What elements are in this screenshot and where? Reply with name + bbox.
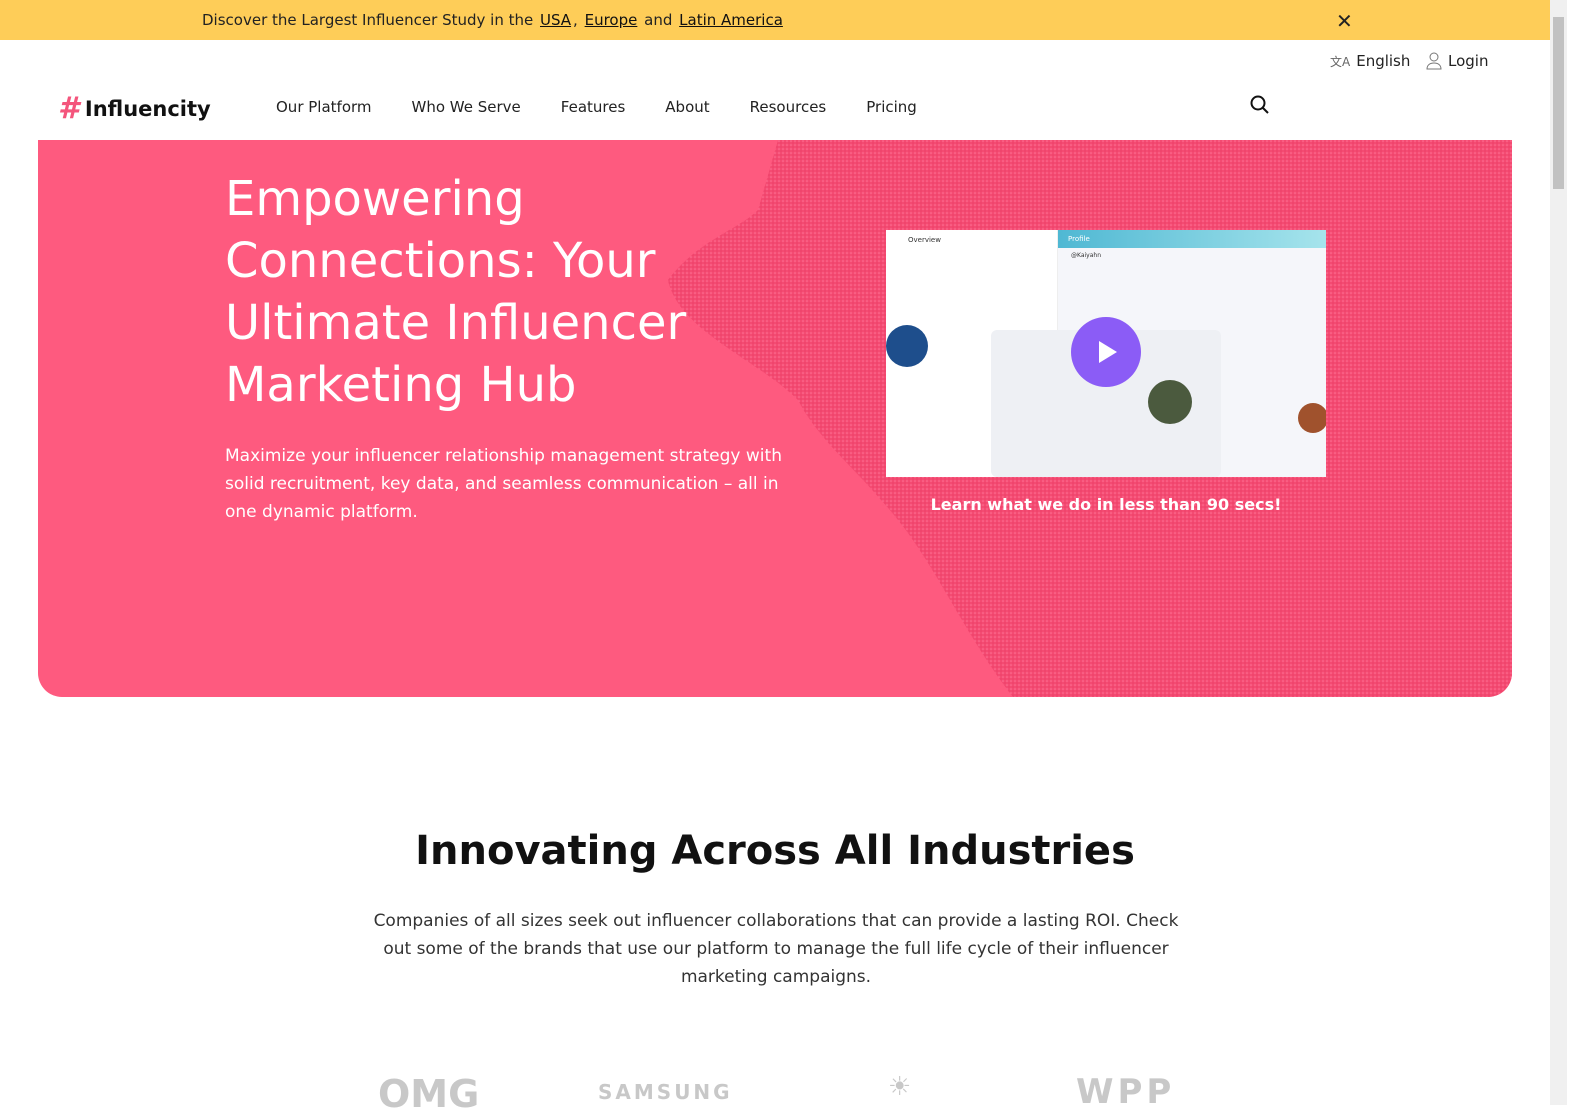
hero-title: Empowering Connections: Your Ultimate In… [225,171,687,413]
nav-pricing[interactable]: Pricing [866,98,917,116]
logo-hash-icon: # [58,91,79,126]
usa-link[interactable]: USA [540,11,571,29]
brand-logo-sun-icon: ☀ [888,1072,912,1102]
europe-link[interactable]: Europe [585,11,638,29]
banner-and: and [644,11,673,29]
login-link[interactable]: Login [1426,52,1488,70]
logo-text: Influencity [84,96,211,121]
banner-text: Discover the Largest Influencer Study in… [202,11,534,29]
brand-logo-omg: OMG [378,1072,480,1116]
video-caption: Learn what we do in less than 90 secs! [930,495,1282,514]
nav-resources[interactable]: Resources [750,98,827,116]
latin-america-link[interactable]: Latin America [679,11,783,29]
hero-subtitle: Maximize your influencer relationship ma… [225,446,782,522]
banner-comma: , [573,11,578,29]
hero-section: Empowering Connections: Your Ultimate In… [38,140,1512,697]
search-icon[interactable] [1250,95,1270,115]
brand-logo-samsung: SAMSUNG [598,1080,733,1104]
play-icon [1099,341,1117,363]
logo[interactable]: # Influencity [58,91,211,126]
profile-header: Profile [1058,230,1326,248]
nav-about[interactable]: About [665,98,709,116]
profile-handle: @Kaiyahn [1071,252,1102,259]
translate-icon: 文A [1330,54,1351,69]
language-label: English [1356,52,1411,70]
avatar [886,325,928,367]
industries-title: Innovating Across All Industries [415,828,1135,874]
profile-title: Profile [1068,235,1090,243]
brand-logo-wpp: WPP [1076,1072,1176,1112]
overview-title: Overview [908,236,941,244]
nav-our-platform[interactable]: Our Platform [276,98,372,116]
industries-description: Companies of all sizes seek out influenc… [373,911,1179,987]
scrollbar-thumb[interactable] [1553,17,1564,189]
scrollbar[interactable] [1550,0,1567,1105]
avatar [1148,380,1192,424]
login-label: Login [1448,52,1489,70]
close-icon[interactable]: ✕ [1336,9,1353,33]
user-icon [1426,52,1442,70]
avatar [1298,403,1326,433]
nav-features[interactable]: Features [561,98,626,116]
language-selector[interactable]: 文A English [1330,52,1410,70]
video-thumbnail[interactable]: Overview Profile @Kaiyahn [886,230,1326,477]
nav-who-we-serve[interactable]: Who We Serve [412,98,521,116]
main-nav: Our Platform Who We Serve Features About… [276,98,917,116]
play-button[interactable] [1071,317,1141,387]
promo-banner: Discover the Largest Influencer Study in… [0,0,1550,40]
